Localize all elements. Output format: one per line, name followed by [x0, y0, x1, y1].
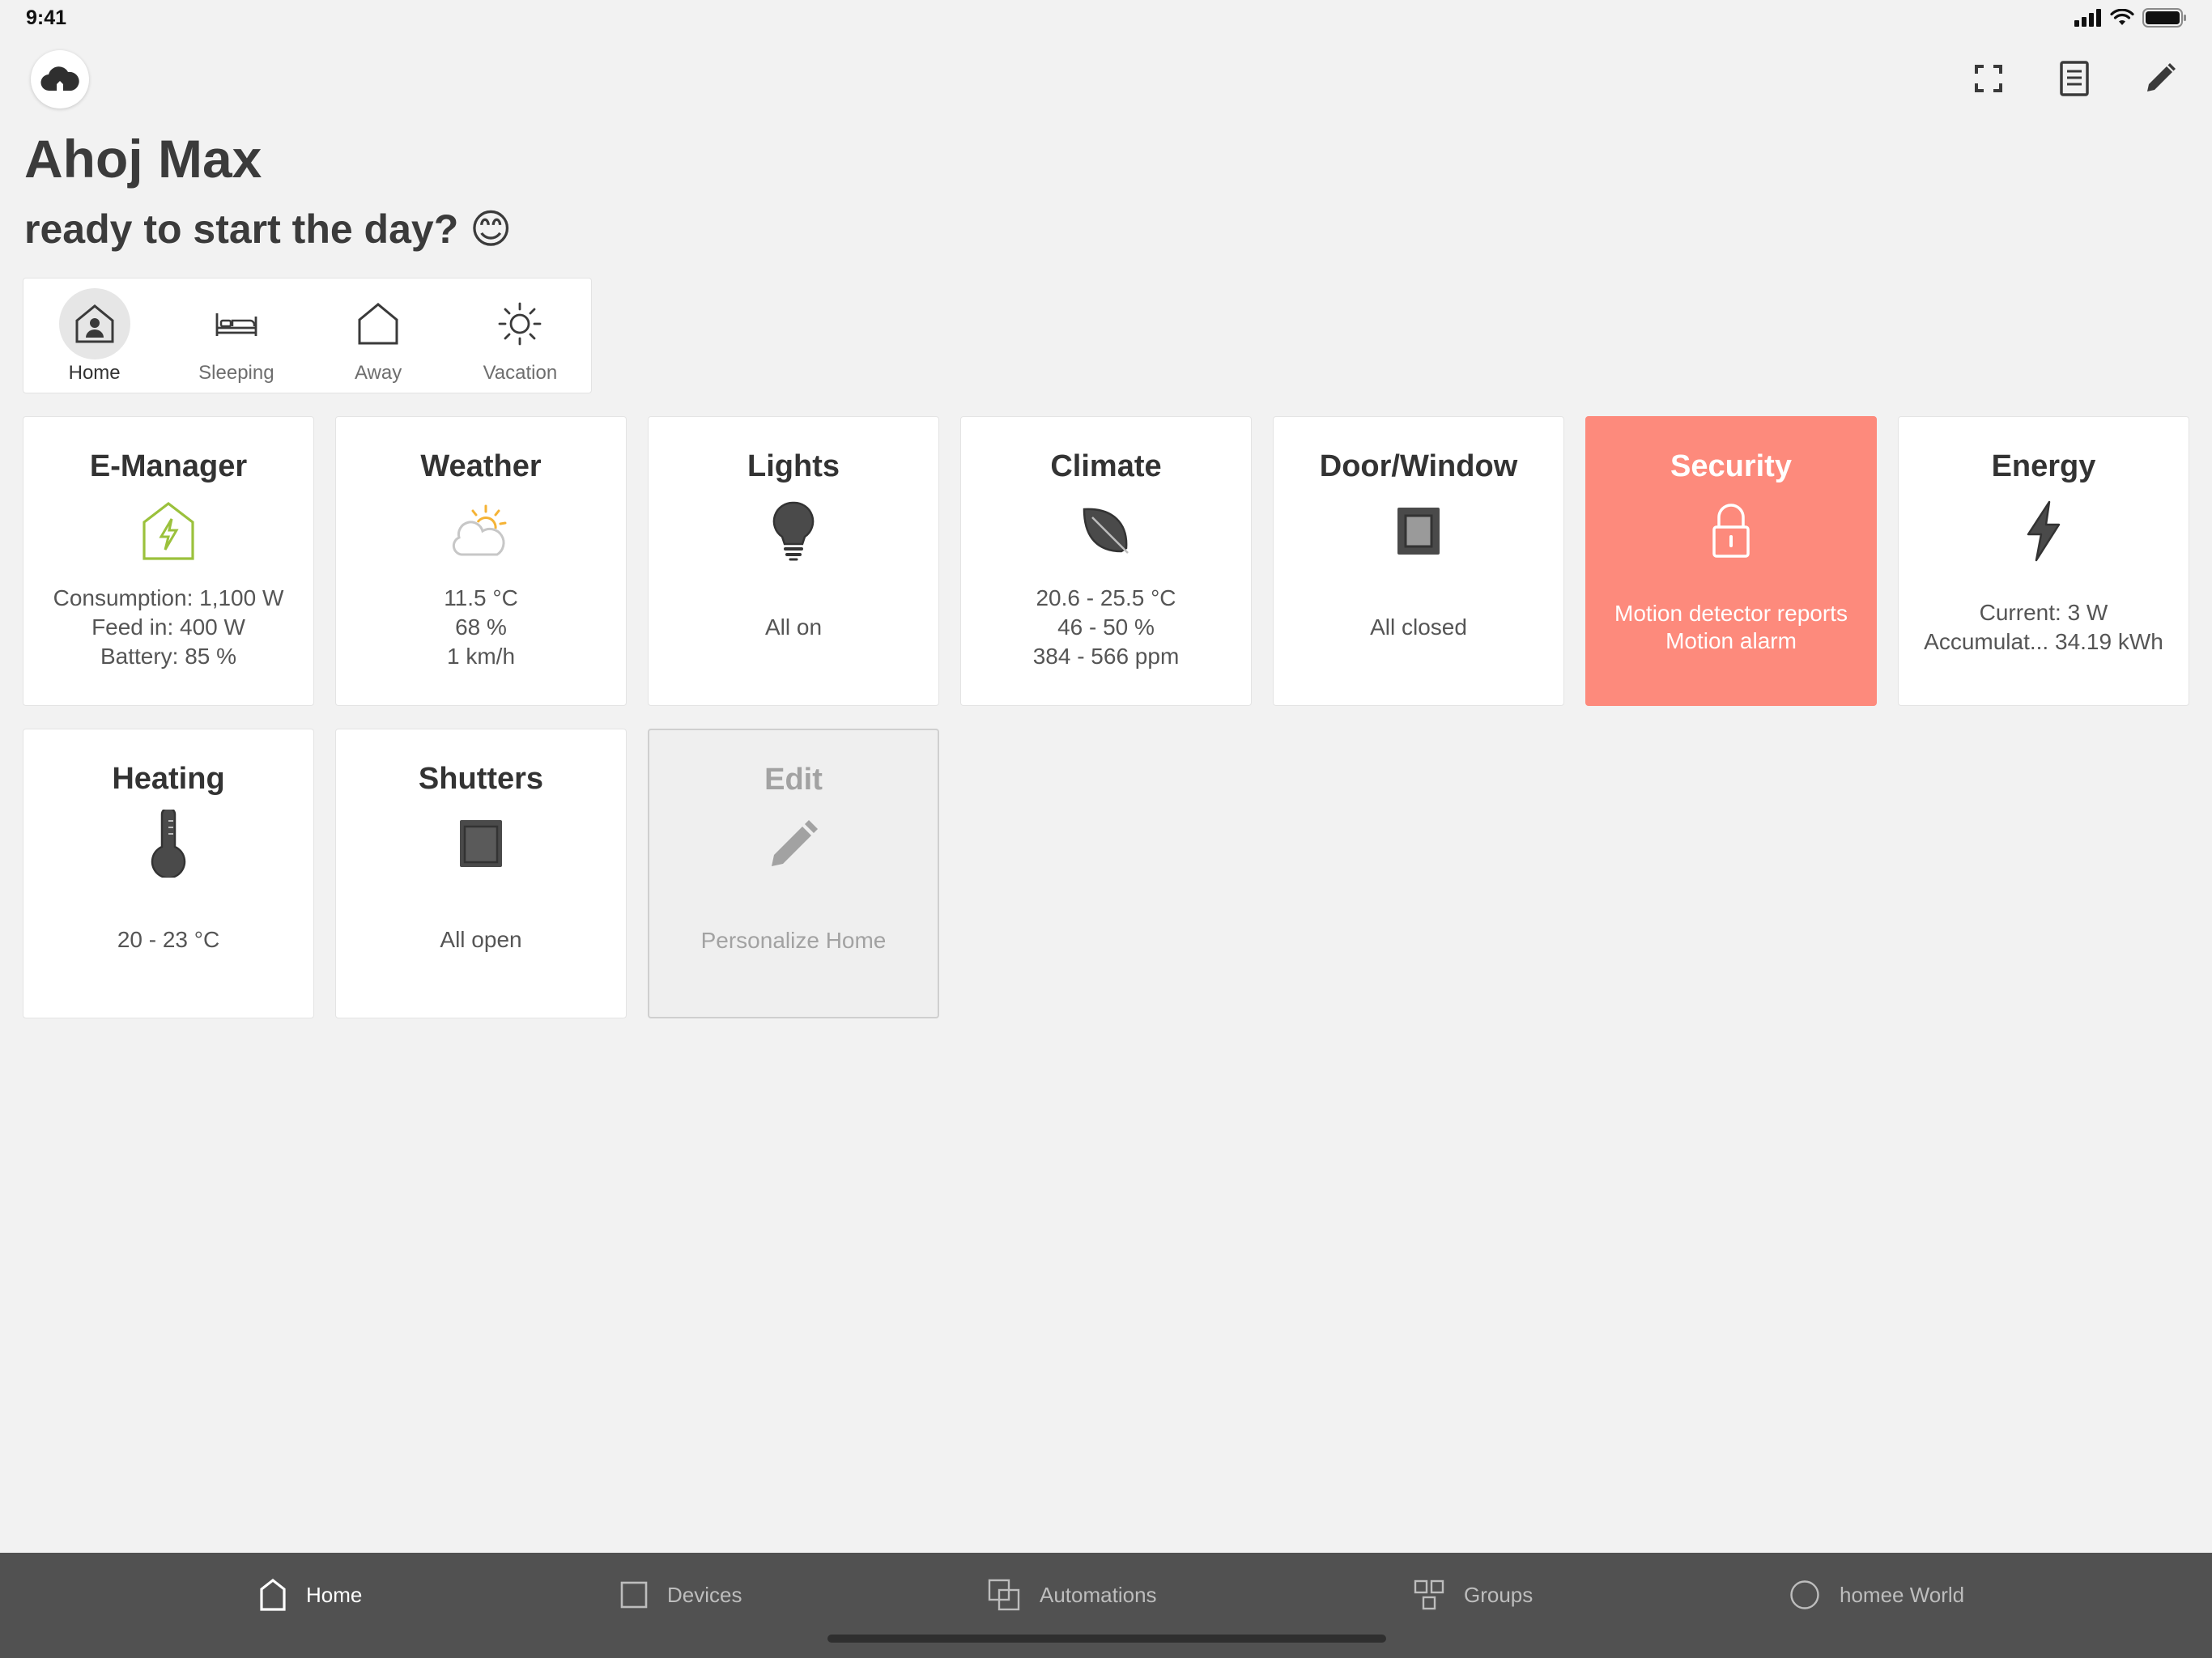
tile-title: Heating: [112, 762, 225, 796]
tile-title: Energy: [1991, 449, 2096, 483]
tab-label: Groups: [1464, 1582, 1534, 1607]
notes-button[interactable]: [2055, 53, 2094, 104]
home-indicator: [827, 1635, 1386, 1643]
tile-title: Door/Window: [1319, 449, 1518, 483]
mode-label: Home: [68, 362, 121, 384]
status-bar: 9:41: [0, 0, 2212, 37]
tab-label: Automations: [1040, 1582, 1157, 1607]
tab-bar: Home Devices Automations Groups homee Wo…: [0, 1553, 2212, 1658]
lock-icon: [1712, 504, 1750, 558]
status-time: 9:41: [26, 6, 67, 29]
tile-e-manager[interactable]: E-Manager Consumption: 1,100 W Feed in: …: [23, 416, 314, 706]
tile-title: Edit: [764, 763, 823, 797]
cellular-signal-icon: [2074, 9, 2101, 27]
tab-devices[interactable]: Devices: [620, 1575, 742, 1614]
tile-details: 20.6 - 25.5 °C 46 - 50 % 384 - 566 ppm: [1032, 585, 1180, 669]
groups-tab-icon: [1414, 1579, 1444, 1610]
lightning-bolt-icon: [2027, 500, 2061, 562]
home-person-icon: [75, 304, 114, 343]
tile-shutters[interactable]: Shutters All open: [335, 729, 627, 1018]
tile-details: 11.5 °C 68 % 1 km/h: [444, 585, 518, 669]
tile-details: Personalize Home: [700, 928, 887, 953]
tab-label: homee World: [1840, 1582, 1965, 1607]
devices-tab-icon: [620, 1581, 648, 1609]
notes-icon: [2060, 61, 2089, 96]
tile-title: Shutters: [418, 762, 544, 796]
partly-cloudy-icon: [452, 504, 507, 556]
tab-automations[interactable]: Automations: [988, 1575, 1157, 1614]
mode-sleeping[interactable]: Sleeping: [165, 278, 307, 393]
fullscreen-icon: [1975, 65, 2002, 92]
mode-label: Sleeping: [198, 362, 274, 384]
bed-icon: [215, 313, 257, 336]
hub-avatar-button[interactable]: [31, 50, 89, 108]
fullscreen-button[interactable]: [1969, 53, 2008, 104]
tile-details: 20 - 23 °C: [117, 927, 220, 952]
window-closed-icon: [1397, 508, 1440, 555]
battery-icon: [2142, 8, 2186, 28]
tile-details: All on: [764, 614, 823, 640]
home-tab-icon: [260, 1578, 286, 1611]
house-outline-icon: [358, 303, 398, 345]
mode-home[interactable]: Home: [23, 278, 165, 393]
lightbulb-icon: [772, 501, 815, 561]
tile-title: Weather: [420, 449, 542, 483]
tile-details: Motion detector reports Motion alarm: [1614, 601, 1848, 653]
tab-groups[interactable]: Groups: [1414, 1575, 1533, 1614]
mode-label: Away: [354, 362, 402, 384]
pencil-icon: [772, 820, 818, 866]
mode-selector: Home Sleeping Away Vacation: [23, 278, 592, 393]
automations-tab-icon: [988, 1579, 1020, 1611]
tile-title: Lights: [747, 449, 840, 483]
tile-details: All closed: [1370, 614, 1467, 640]
shutter-icon: [460, 820, 502, 867]
edit-button[interactable]: [2141, 53, 2180, 104]
status-icons: [2074, 8, 2188, 28]
tile-security[interactable]: Security Motion detector reports Motion …: [1585, 416, 1877, 706]
tab-homee-world[interactable]: homee World: [1789, 1575, 1964, 1614]
tile-lights[interactable]: Lights All on: [648, 416, 939, 706]
edit-pencil-icon: [2147, 63, 2176, 91]
tile-climate[interactable]: Climate 20.6 - 25.5 °C 46 - 50 % 384 - 5…: [960, 416, 1252, 706]
tile-door-window[interactable]: Door/Window All closed: [1273, 416, 1564, 706]
energy-house-icon: [143, 501, 194, 560]
cloud-home-icon: [40, 66, 79, 91]
sun-icon: [498, 302, 542, 346]
tile-title: Climate: [1050, 449, 1162, 483]
wifi-icon: [2110, 9, 2134, 25]
mode-label: Vacation: [483, 362, 558, 384]
tile-title: E-Manager: [89, 449, 248, 483]
top-actions: [1969, 53, 2180, 104]
thermometer-icon: [151, 810, 186, 878]
tile-details: All open: [440, 927, 522, 952]
mode-vacation[interactable]: Vacation: [449, 278, 591, 393]
greeting-subtitle: ready to start the day? 😊: [24, 206, 513, 252]
greeting-title: Ahoj Max: [24, 129, 262, 189]
tile-energy[interactable]: Energy Current: 3 W Accumulat... 34.19 k…: [1898, 416, 2189, 706]
tab-home[interactable]: Home: [259, 1575, 362, 1614]
mode-away[interactable]: Away: [308, 278, 449, 393]
tile-title: Security: [1670, 449, 1792, 483]
homee-world-tab-icon: [1790, 1580, 1819, 1609]
tile-heating[interactable]: Heating 20 - 23 °C: [23, 729, 314, 1018]
tile-weather[interactable]: Weather 11.5 °C 68 % 1 km/h: [335, 416, 627, 706]
tab-label: Home: [306, 1582, 363, 1607]
tile-edit-personalize[interactable]: Edit Personalize Home: [648, 729, 939, 1018]
tab-label: Devices: [667, 1582, 742, 1607]
leaf-icon: [1083, 508, 1129, 554]
tile-details: Consumption: 1,100 W Feed in: 400 W Batt…: [53, 585, 284, 669]
tile-details: Current: 3 W Accumulat... 34.19 kWh: [1924, 600, 2163, 654]
